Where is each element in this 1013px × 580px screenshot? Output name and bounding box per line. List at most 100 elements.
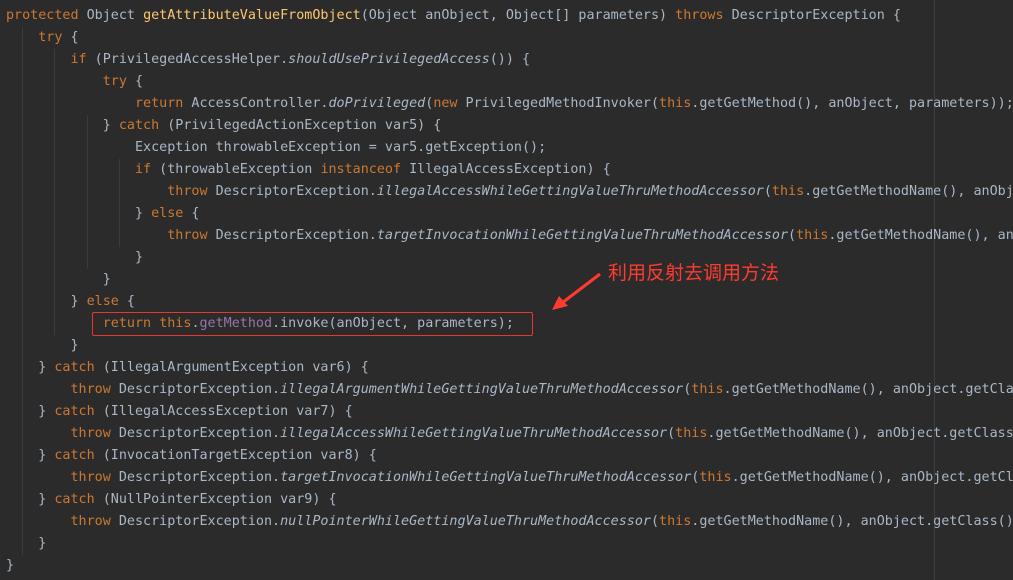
code-token: DescriptorException. [110,470,281,485]
code-token: illegalArgumentWhileGettingValueThruMeth… [280,382,684,397]
code-token: } [6,404,55,419]
code-token: (Object anObject, Object[] parameters) [360,8,676,23]
code-token: DescriptorException. [110,426,281,441]
code-line[interactable]: } catch (InvocationTargetException var8)… [6,445,1013,467]
code-line[interactable]: } catch (IllegalAccessException var7) { [6,401,1013,423]
code-line[interactable]: throw DescriptorException.illegalArgumen… [6,379,1013,401]
code-token: throw [70,426,111,441]
code-token: try [38,30,63,45]
code-line[interactable]: return AccessController.doPrivileged(new… [6,93,1013,115]
annotation-label: 利用反射去调用方法 [608,262,780,284]
code-token: Exception throwableException = var5.getE… [6,140,547,155]
code-token: } [6,338,79,353]
code-token: (InvocationTargetException var8) { [94,448,377,463]
code-token: (IllegalArgumentException var6) { [94,360,369,375]
code-token: (PrivilegedActionException var5) { [159,118,442,133]
code-token: throws [675,8,724,23]
code-token: illegalAccessWhileGettingValueThruMethod… [280,426,668,441]
code-line[interactable]: } [6,555,1013,577]
code-token: this [675,426,708,441]
code-token: .getGetMethodName(), anObject.getClass( [707,426,1013,441]
code-token: if [135,162,152,177]
code-token: getAttributeValueFromObject [143,8,361,23]
code-line[interactable]: } else { [6,291,1013,313]
code-token: this [699,470,732,485]
code-token: } [6,294,87,309]
code-token: .getGetMethodName(), anObje [804,184,1013,199]
code-line[interactable]: } [6,269,1013,291]
code-token: .getGetMethodName(), anObject.getCla [731,470,1013,485]
code-line[interactable]: } catch (NullPointerException var9) { [6,489,1013,511]
code-token: AccessController. [183,96,329,111]
code-token: ( [650,514,660,529]
code-line[interactable]: } [6,335,1013,357]
code-token: } [6,360,55,375]
code-line[interactable]: } else { [6,203,1013,225]
code-line[interactable]: throw DescriptorException.targetInvocati… [6,467,1013,489]
code-token: catch [54,360,95,375]
code-token: Object [78,8,144,23]
code-line[interactable]: } [6,247,1013,269]
code-token: shouldUsePrivilegedAccess [288,52,490,67]
code-line[interactable]: throw DescriptorException.illegalAccessW… [6,423,1013,445]
code-token: else [151,206,184,221]
code-token: nullPointerWhileGettingValueThruMethodAc… [280,514,651,529]
code-token: throw [70,382,111,397]
code-token: } [6,536,47,551]
code-token: DescriptorException. [110,514,281,529]
code-token: try [102,74,127,89]
code-token: this [691,382,724,397]
code-token: } [6,448,55,463]
code-line[interactable]: try { [6,71,1013,93]
code-token: doPrivileged [328,96,426,111]
code-token: (throwableException [151,162,321,177]
code-token: DescriptorException. [110,382,281,397]
code-token: if [70,52,87,67]
code-token: (IllegalAccessException var7) { [94,404,353,419]
code-line[interactable]: } catch (PrivilegedActionException var5)… [6,115,1013,137]
code-line[interactable]: throw DescriptorException.targetInvocati… [6,225,1013,247]
code-line[interactable]: if (PrivilegedAccessHelper.shouldUsePriv… [6,49,1013,71]
code-token: throw [70,470,111,485]
code-token: targetInvocationWhileGettingValueThruMet… [280,470,692,485]
code-token: targetInvocationWhileGettingValueThruMet… [376,228,789,243]
code-token: this [659,514,692,529]
code-line[interactable]: protected Object getAttributeValueFromOb… [6,5,1013,27]
code-token: .getGetMethodName(), anObject.getClass()… [691,514,1013,529]
code-line[interactable]: if (throwableException instanceof Illega… [6,159,1013,181]
code-line[interactable]: throw DescriptorException.illegalAccessW… [6,181,1013,203]
code-token: catch [118,118,160,133]
code-token: } [6,206,152,221]
code-token: (NullPointerException var9) { [94,492,337,507]
code-token: ( [763,184,772,199]
code-token: } [6,250,144,265]
code-token: ( [667,426,676,441]
code-token: } [6,118,119,133]
code-line[interactable]: Exception throwableException = var5.getE… [6,137,1013,159]
code-editor[interactable]: protected Object getAttributeValueFromOb… [0,0,1013,580]
code-token: } [6,558,15,573]
code-token: else [86,294,119,309]
code-token: .getGetMethodName(), anObject.getClass [723,382,1013,397]
code-token: DescriptorException. [207,228,377,243]
code-line[interactable]: try { [6,27,1013,49]
code-token: (PrivilegedAccessHelper. [86,52,289,67]
arrow-icon [552,272,601,310]
code-token: } [6,272,111,287]
code-token: this [796,228,829,243]
code-token: protected [6,8,79,23]
code-line[interactable]: } [6,533,1013,555]
code-token: throw [167,228,208,243]
code-line[interactable]: throw DescriptorException.nullPointerWhi… [6,511,1013,533]
highlight-box [92,312,533,336]
code-line[interactable]: } catch (IllegalArgumentException var6) … [6,357,1013,379]
